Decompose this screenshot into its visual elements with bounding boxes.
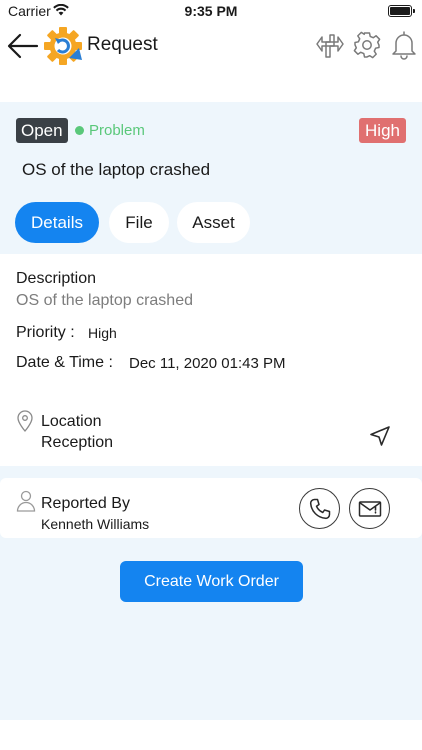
page-title: Request [87, 34, 158, 55]
tab-asset[interactable]: Asset [177, 202, 250, 243]
create-work-order-button[interactable]: Create Work Order [120, 561, 303, 602]
lower-section: Reported By Kenneth Williams Create Work… [0, 466, 422, 720]
description-label: Description [16, 270, 97, 287]
priority-badge: High [359, 118, 406, 143]
status-badge: Open [16, 118, 68, 143]
map-pin-icon [17, 410, 33, 432]
request-type-label: Problem [89, 122, 145, 139]
reported-by-label: Reported By [41, 495, 130, 512]
reporter-name: Kenneth Williams [41, 516, 150, 532]
description-value: OS of the laptop crashed [16, 292, 193, 309]
mail-icon [358, 501, 382, 517]
bell-icon[interactable] [390, 30, 418, 60]
email-button[interactable] [349, 488, 390, 529]
call-button[interactable] [299, 488, 340, 529]
navigation-arrow-icon[interactable] [368, 424, 392, 448]
details-panel: Description OS of the laptop crashed Pri… [0, 254, 422, 466]
priority-value: High [88, 325, 117, 341]
datetime-value: Dec 11, 2020 01:43 PM [129, 355, 286, 372]
person-icon [16, 490, 36, 512]
location-value: Reception [41, 434, 114, 451]
clock: 9:35 PM [184, 3, 238, 19]
phone-icon [309, 498, 331, 520]
battery-icon [388, 5, 415, 17]
app-header: Request [0, 22, 422, 72]
tab-details[interactable]: Details [15, 202, 99, 243]
location-label: Location [41, 413, 102, 430]
datetime-label: Date & Time : [16, 354, 113, 371]
request-subject: OS of the laptop crashed [22, 160, 211, 179]
reporter-card: Reported By Kenneth Williams [0, 478, 422, 538]
priority-label: Priority : [16, 324, 75, 341]
gear-refresh-logo [44, 27, 82, 65]
battery-level [390, 7, 410, 15]
gear-icon[interactable] [353, 30, 381, 60]
request-summary: Open Problem High OS of the laptop crash… [0, 102, 422, 254]
tab-file[interactable]: File [109, 202, 169, 243]
switch-arrows-icon[interactable] [316, 30, 344, 60]
problem-dot-icon [75, 126, 84, 135]
arrow-left-icon[interactable] [6, 30, 40, 62]
status-bar: Carrier 9:35 PM [0, 0, 422, 22]
